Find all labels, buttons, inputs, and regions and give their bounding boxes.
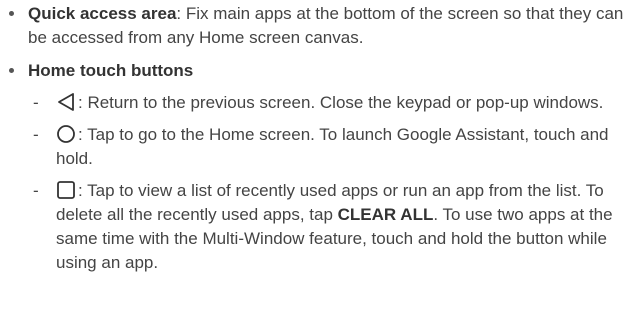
dash-marker: - bbox=[33, 181, 39, 200]
bullet-quick-access-area: Quick access area: Fix main apps at the … bbox=[0, 2, 640, 50]
clear-all-label: CLEAR ALL bbox=[337, 205, 434, 224]
subitem-back-button: - : Return to the previous screen. Close… bbox=[28, 91, 640, 115]
subitem-home-button: - : Tap to go to the Home screen. To lau… bbox=[28, 123, 640, 171]
term-home-touch-buttons: Home touch buttons bbox=[28, 61, 194, 80]
subitem-recent-apps-button: - : Tap to view a list of recently used … bbox=[28, 179, 640, 275]
document-body: Quick access area: Fix main apps at the … bbox=[0, 0, 640, 275]
bullet-dot bbox=[9, 11, 14, 16]
term-quick-access-area: Quick access area bbox=[28, 4, 177, 23]
home-circle-icon bbox=[56, 124, 76, 144]
recent-apps-square-icon bbox=[56, 180, 76, 200]
description-back-button: : Return to the previous screen. Close t… bbox=[78, 93, 604, 112]
dash-marker: - bbox=[33, 125, 39, 144]
bullet-home-touch-buttons: Home touch buttons bbox=[0, 59, 640, 83]
description-home-button: : Tap to go to the Home screen. To launc… bbox=[56, 125, 609, 168]
back-triangle-icon bbox=[56, 92, 76, 112]
bullet-dot bbox=[9, 68, 14, 73]
dash-marker: - bbox=[33, 93, 39, 112]
